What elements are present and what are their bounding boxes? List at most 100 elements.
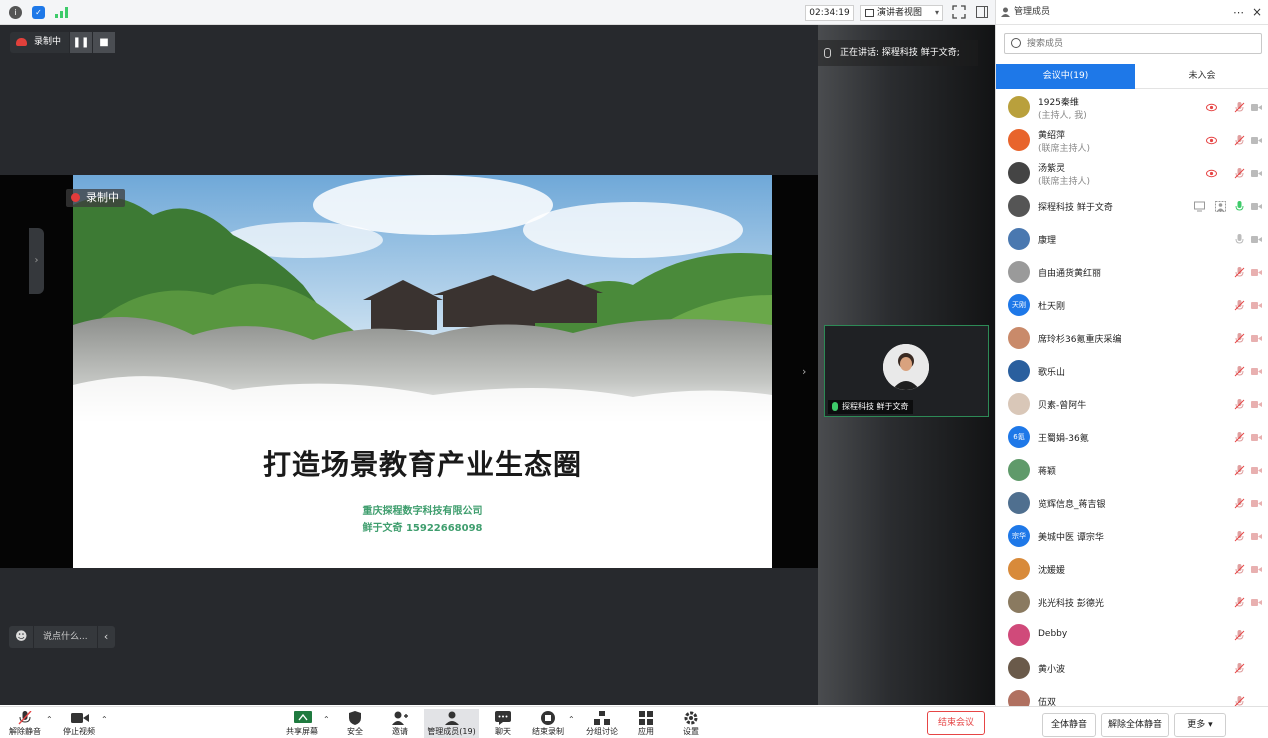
sidebar-toggle-icon[interactable] [976, 6, 988, 18]
member-row[interactable]: 康理 [996, 223, 1268, 256]
member-row[interactable]: 探程科技 鲜于文奇 [996, 190, 1268, 223]
member-row[interactable]: 6氪 王蜀娟-36氪 [996, 421, 1268, 454]
camera-status-icon[interactable] [1251, 168, 1262, 179]
camera-status-icon[interactable] [1251, 234, 1262, 245]
mic-muted-icon[interactable] [1234, 531, 1245, 542]
chat-button[interactable]: 聊天 [488, 709, 518, 738]
shield-icon[interactable]: ✓ [32, 6, 45, 19]
chat-input[interactable]: 说点什么... [34, 626, 97, 648]
breakout-button[interactable]: 分组讨论 [584, 709, 620, 738]
member-row[interactable]: 宗华 美城中医 谭宗华 [996, 520, 1268, 553]
member-row[interactable]: 伍双 [996, 685, 1268, 706]
mute-all-button[interactable]: 全体静音 [1042, 713, 1096, 737]
mic-muted-icon[interactable] [1234, 432, 1245, 443]
chevron-up-icon[interactable]: ⌃ [101, 715, 108, 724]
more-options-icon[interactable]: ⋯ [1233, 0, 1244, 25]
camera-status-icon[interactable] [1251, 465, 1262, 476]
tab-not-joined[interactable]: 未入会 [1135, 64, 1268, 89]
mic-muted-icon[interactable] [1234, 333, 1245, 344]
member-row[interactable]: 1925秦维 (主持人, 我) [996, 91, 1268, 124]
member-row[interactable]: 自由通货黄红丽 [996, 256, 1268, 289]
member-row[interactable]: 兆光科技 彭德光 [996, 586, 1268, 619]
stop-video-button[interactable]: 停止视频 [60, 709, 98, 738]
invite-button[interactable]: 邀请 [385, 709, 415, 738]
mic-on-icon[interactable] [1234, 201, 1245, 212]
mic-muted-icon[interactable] [1234, 465, 1245, 476]
member-row[interactable]: 黄小波 [996, 652, 1268, 685]
mic-muted-icon[interactable] [1234, 102, 1245, 113]
member-row[interactable]: 席玲杉36氪重庆采编 [996, 322, 1268, 355]
view-mode-dropdown[interactable]: 演讲者视图 ▾ [860, 5, 943, 21]
member-row[interactable]: 黄绍萍 (联席主持人) [996, 124, 1268, 157]
invite-label: 邀请 [392, 727, 408, 736]
camera-status-icon[interactable] [1251, 333, 1262, 344]
camera-status-icon[interactable] [1251, 597, 1262, 608]
emoji-icon[interactable] [9, 626, 33, 648]
mic-muted-icon[interactable] [1234, 597, 1245, 608]
camera-status-icon[interactable] [1251, 300, 1262, 311]
member-row[interactable]: 览辉信息_蒋吉银 [996, 487, 1268, 520]
member-row[interactable]: 沈媛媛 [996, 553, 1268, 586]
member-row[interactable]: 歌乐山 [996, 355, 1268, 388]
member-row[interactable]: 汤紫灵 (联席主持人) [996, 157, 1268, 190]
chevron-up-icon[interactable]: ⌃ [323, 715, 330, 724]
camera-status-icon[interactable] [1251, 564, 1262, 575]
mic-muted-icon[interactable] [1234, 366, 1245, 377]
mic-muted-icon[interactable] [1234, 135, 1245, 146]
end-meeting-button[interactable]: 结束会议 [927, 711, 985, 735]
mic-muted-icon[interactable] [1234, 663, 1245, 674]
mic-muted-icon[interactable] [1234, 498, 1245, 509]
member-row[interactable]: Debby [996, 619, 1268, 652]
search-input[interactable] [1027, 36, 1257, 51]
apps-button[interactable]: 应用 [632, 709, 660, 738]
end-recording-button[interactable]: 结束录制 [530, 709, 566, 738]
camera-status-icon[interactable] [1251, 399, 1262, 410]
manage-members-button[interactable]: 管理成员(19) [424, 709, 479, 738]
video-tile[interactable]: 探程科技 鲜于文奇 [824, 325, 989, 417]
camera-status-icon[interactable] [1251, 366, 1262, 377]
chevron-down-icon: ▾ [1208, 720, 1213, 730]
mic-muted-icon[interactable] [1234, 630, 1245, 641]
camera-status-icon[interactable] [1251, 102, 1262, 113]
mic-muted-icon[interactable] [1234, 168, 1245, 179]
camera-status-icon[interactable] [1251, 432, 1262, 443]
presenter-icon[interactable] [1215, 201, 1226, 212]
security-button[interactable]: 安全 [340, 709, 370, 738]
recording-eye-icon[interactable] [1206, 102, 1217, 113]
info-icon[interactable]: i [9, 6, 22, 19]
member-row[interactable]: 贝素-曾阿牛 [996, 388, 1268, 421]
camera-status-icon[interactable] [1251, 135, 1262, 146]
expand-left-handle[interactable]: › [29, 228, 44, 294]
pause-recording-button[interactable]: ❚❚ [70, 32, 93, 53]
signal-icon[interactable] [55, 7, 68, 21]
recording-eye-icon[interactable] [1206, 135, 1217, 146]
chevron-right-icon[interactable]: › [802, 365, 806, 378]
mic-muted-icon[interactable] [1234, 300, 1245, 311]
collapse-chat-icon[interactable]: ‹ [97, 626, 115, 648]
camera-status-icon[interactable] [1251, 201, 1262, 212]
camera-status-icon[interactable] [1251, 498, 1262, 509]
tab-in-meeting[interactable]: 会议中(19) [996, 64, 1135, 89]
screen-share-icon[interactable] [1194, 201, 1205, 212]
chevron-up-icon[interactable]: ⌃ [568, 715, 575, 724]
mic-muted-icon[interactable] [1234, 267, 1245, 278]
settings-button[interactable]: 设置 [677, 709, 705, 738]
close-icon[interactable]: × [1252, 0, 1262, 25]
member-search[interactable] [1004, 33, 1262, 54]
unmute-button[interactable]: 解除静音 [6, 709, 44, 738]
mic-muted-icon[interactable] [1234, 399, 1245, 410]
camera-status-icon[interactable] [1251, 531, 1262, 542]
mic-muted-icon[interactable] [1234, 234, 1245, 245]
recording-eye-icon[interactable] [1206, 168, 1217, 179]
member-row[interactable]: 天刚 杜天刚 [996, 289, 1268, 322]
stop-recording-button[interactable]: ■ [93, 32, 116, 53]
mic-muted-icon[interactable] [1234, 564, 1245, 575]
chevron-up-icon[interactable]: ⌃ [46, 715, 53, 724]
member-row[interactable]: 蒋颖 [996, 454, 1268, 487]
unmute-all-button[interactable]: 解除全体静音 [1101, 713, 1169, 737]
more-button[interactable]: 更多 ▾ [1174, 713, 1226, 737]
fullscreen-icon[interactable] [952, 5, 966, 19]
camera-status-icon[interactable] [1251, 267, 1262, 278]
share-screen-button[interactable]: 共享屏幕 [284, 709, 320, 738]
mic-muted-icon[interactable] [1234, 696, 1245, 706]
